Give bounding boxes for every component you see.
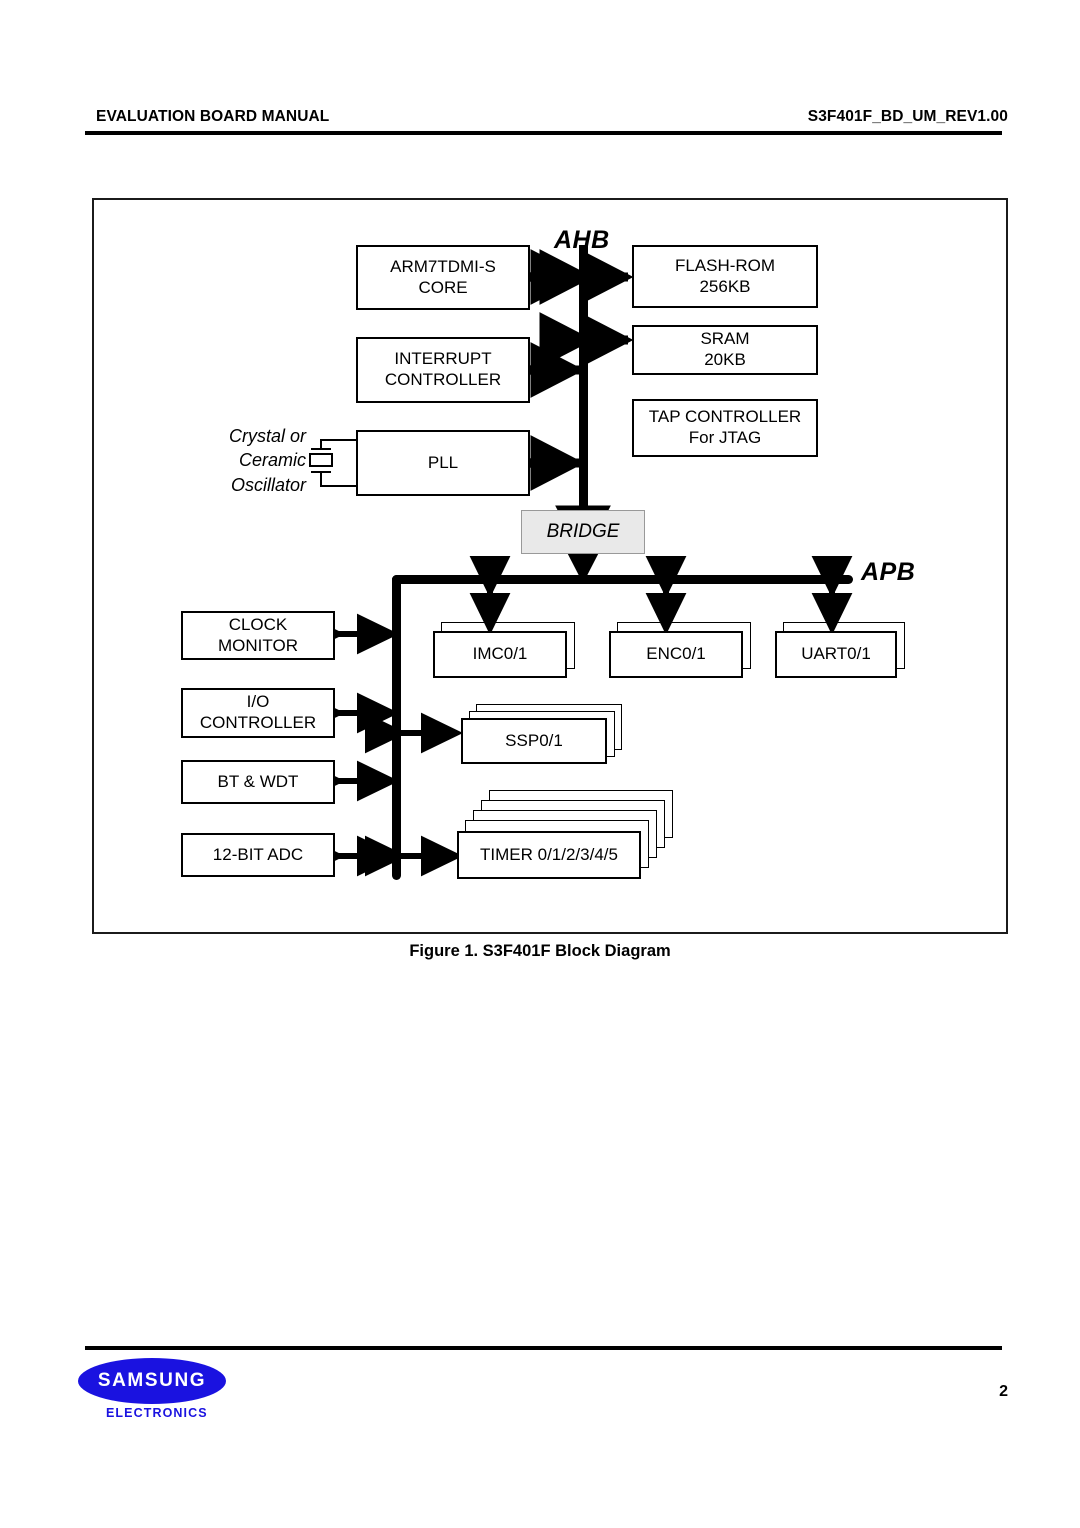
logo-brand-subtext: ELECTRONICS xyxy=(106,1406,208,1420)
footer-divider xyxy=(85,1346,1002,1350)
apb-bus-vertical xyxy=(392,575,401,880)
samsung-logo: SAMSUNG ELECTRONICS xyxy=(78,1358,308,1436)
block-tap-controller: TAP CONTROLLER For JTAG xyxy=(632,399,818,457)
logo-brand-text: SAMSUNG xyxy=(97,1370,207,1391)
block-timer: TIMER 0/1/2/3/4/5 xyxy=(457,831,641,879)
block-arm7tdmi-s-core: ARM7TDMI-S CORE xyxy=(356,245,530,310)
block-diagram: AHB APB BRIDGE ARM7TDMI-S CORE INTERRUPT… xyxy=(0,0,1080,1528)
apb-bus-horizontal xyxy=(392,575,853,584)
oscillator-label: Crystal or Ceramic Oscillator xyxy=(228,426,306,495)
block-bt-wdt: BT & WDT xyxy=(181,760,335,804)
block-enc: ENC0/1 xyxy=(609,631,743,678)
block-io-controller: I/O CONTROLLER xyxy=(181,688,335,738)
ahb-bus-line xyxy=(579,245,588,520)
apb-bus-label: APB xyxy=(861,558,916,586)
crystal-oscillator-icon xyxy=(309,439,358,487)
figure-caption: Figure 1. S3F401F Block Diagram xyxy=(409,942,671,960)
diagram-arrows xyxy=(303,249,853,877)
block-interrupt-controller: INTERRUPT CONTROLLER xyxy=(356,337,530,403)
block-12bit-adc: 12-BIT ADC xyxy=(181,833,335,877)
page-number: 2 xyxy=(999,1383,1008,1400)
block-pll: PLL xyxy=(356,430,530,496)
block-uart: UART0/1 xyxy=(775,631,897,678)
block-flash-rom: FLASH-ROM 256KB xyxy=(632,245,818,308)
block-sram: SRAM 20KB xyxy=(632,325,818,375)
bridge-block: BRIDGE xyxy=(521,510,645,554)
document-page: EVALUATION BOARD MANUAL S3F401F_BD_UM_RE… xyxy=(0,0,1080,1528)
ahb-bus-label: AHB xyxy=(554,226,610,254)
block-imc: IMC0/1 xyxy=(433,631,567,678)
block-ssp: SSP0/1 xyxy=(461,718,607,764)
block-clock-monitor: CLOCK MONITOR xyxy=(181,611,335,660)
